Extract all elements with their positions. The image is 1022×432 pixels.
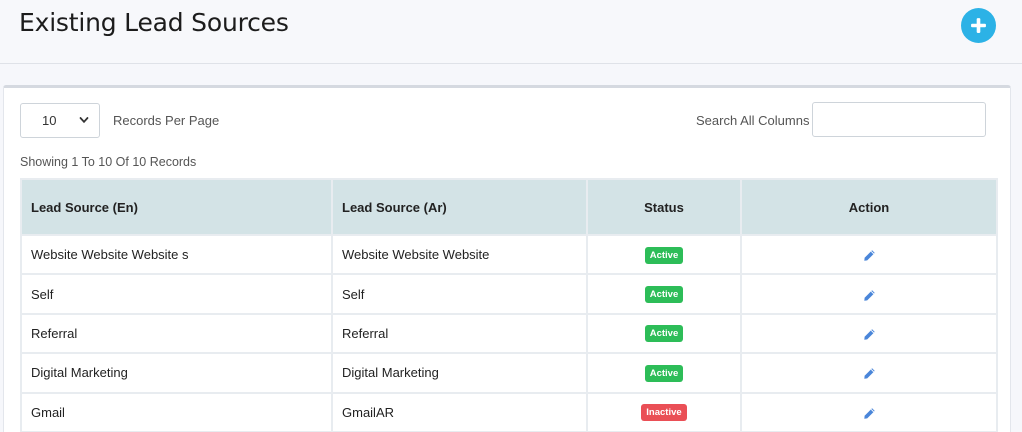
lead-source-en-cell: Self [20,273,333,315]
page-size-value: 10 [42,113,57,128]
edit-pencil-icon[interactable] [863,289,876,302]
status-badge: Active [644,286,684,304]
lead-source-en-cell: Digital Marketing [20,352,333,394]
lead-sources-card: 10 Records Per Page Search All Columns S… [3,85,1011,432]
status-badge: Inactive [641,404,687,422]
column-header-lead-source-en[interactable]: Lead Source (En) [20,178,333,236]
action-cell [740,352,998,394]
lead-source-en-cell: Website Website Website s [20,233,333,276]
action-cell [740,273,998,315]
table-row: Self Self Active [20,273,998,315]
page-header: Existing Lead Sources [0,0,1022,64]
lead-source-ar-cell: Self [331,273,588,315]
edit-pencil-icon[interactable] [863,328,876,341]
records-per-page-select[interactable]: 10 [20,103,100,138]
status-badge: Active [644,246,684,264]
action-cell [740,391,998,432]
status-cell: Active [586,273,742,315]
status-badge: Active [644,325,684,343]
status-cell: Active [586,233,742,276]
action-cell [740,233,998,276]
lead-source-en-cell: Referral [20,312,333,355]
lead-source-ar-cell: GmailAR [331,391,588,432]
table-row: Website Website Website s Website Website… [20,233,998,276]
add-lead-source-button[interactable] [961,8,996,43]
plus-icon [971,18,986,33]
status-badge: Active [644,364,684,382]
lead-source-ar-cell: Referral [331,312,588,355]
records-summary: Showing 1 To 10 Of 10 Records [20,155,197,169]
edit-pencil-icon[interactable] [863,367,876,380]
table-row: Gmail GmailAR Inactive [20,391,998,432]
lead-source-ar-cell: Website Website Website [331,233,588,276]
status-cell: Active [586,352,742,394]
lead-source-en-cell: Gmail [20,391,333,432]
search-all-columns-label: Search All Columns [696,113,810,128]
status-cell: Active [586,312,742,355]
search-input[interactable] [812,102,986,137]
lead-source-ar-cell: Digital Marketing [331,352,588,394]
lead-sources-table: Lead Source (En) Lead Source (Ar) Status… [20,178,998,432]
chevron-down-icon [79,117,89,124]
status-cell: Inactive [586,391,742,432]
edit-pencil-icon[interactable] [863,249,876,262]
records-per-page-label: Records Per Page [113,113,220,128]
table-header-row: Lead Source (En) Lead Source (Ar) Status… [20,178,998,236]
action-cell [740,312,998,355]
edit-pencil-icon[interactable] [863,407,876,420]
page-title: Existing Lead Sources [19,8,289,37]
column-header-action: Action [740,178,998,236]
column-header-lead-source-ar[interactable]: Lead Source (Ar) [331,178,588,236]
table-row: Digital Marketing Digital Marketing Active [20,352,998,394]
column-header-status[interactable]: Status [586,178,742,236]
table-row: Referral Referral Active [20,312,998,355]
